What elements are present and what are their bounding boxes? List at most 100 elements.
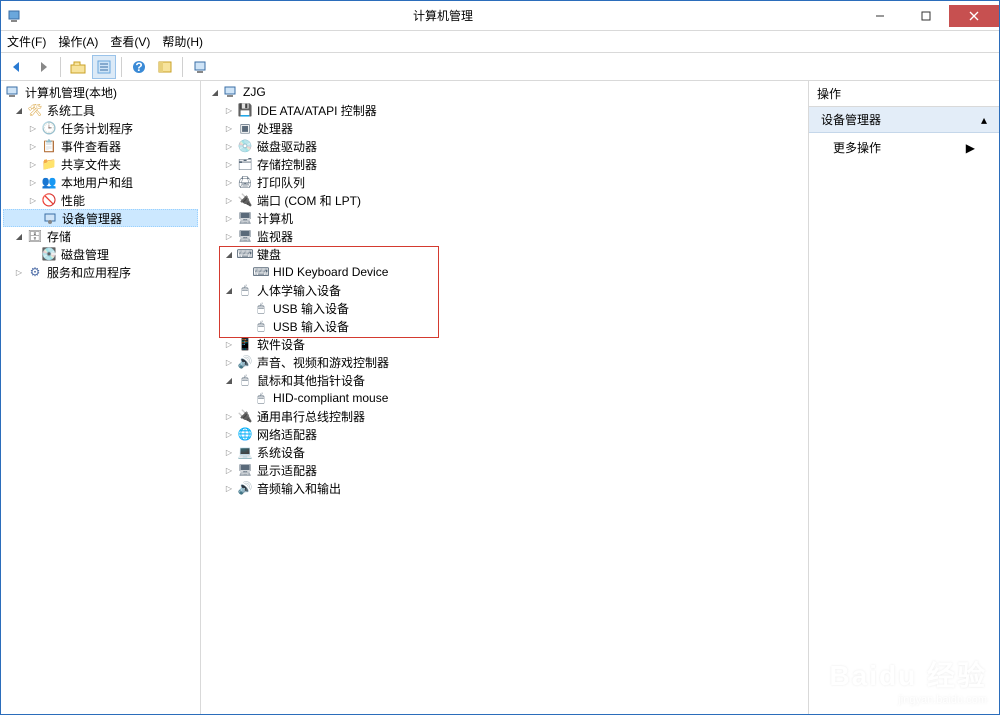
tree-label: 处理器 <box>255 120 295 137</box>
device-usb-controller[interactable]: 🔌通用串行总线控制器 <box>203 407 806 425</box>
expand-toggle[interactable] <box>223 428 235 440</box>
expand-toggle[interactable] <box>223 410 235 422</box>
expand-toggle[interactable] <box>13 266 25 278</box>
minimize-button[interactable] <box>857 5 903 27</box>
maximize-button[interactable] <box>903 5 949 27</box>
device-tree-pane[interactable]: ZJG 💾IDE ATA/ATAPI 控制器 ▣处理器 💿磁盘驱动器 🗂存储控制… <box>201 81 809 714</box>
device-dvd[interactable]: 💿磁盘驱动器 <box>203 137 806 155</box>
props-button[interactable] <box>92 55 116 79</box>
expand-toggle[interactable] <box>223 158 235 170</box>
tree-shared-folders[interactable]: 📁 共享文件夹 <box>3 155 198 173</box>
tree-label: 显示适配器 <box>255 462 319 479</box>
tree-system-tools[interactable]: 🛠 系统工具 <box>3 101 198 119</box>
tree-label: 事件查看器 <box>59 138 123 155</box>
left-tree-pane[interactable]: 计算机管理(本地) 🛠 系统工具 🕒 任务计划程序 📋 事件查看器 <box>1 81 201 714</box>
tree-task-scheduler[interactable]: 🕒 任务计划程序 <box>3 119 198 137</box>
tree-services-apps[interactable]: ⚙ 服务和应用程序 <box>3 263 198 281</box>
actions-pane: 操作 设备管理器 ▴ 更多操作 ▶ Baidu 经验 jingyan.baidu… <box>809 81 999 714</box>
tree-event-viewer[interactable]: 📋 事件查看器 <box>3 137 198 155</box>
menu-file[interactable]: 文件(F) <box>7 33 46 50</box>
device-hid[interactable]: 🖱人体学输入设备 <box>203 281 806 299</box>
tree-performance[interactable]: 🚫 性能 <box>3 191 198 209</box>
show-pane-button[interactable] <box>153 55 177 79</box>
tree-local-users[interactable]: 👥 本地用户和组 <box>3 173 198 191</box>
device-monitor[interactable]: 🖥监视器 <box>203 227 806 245</box>
device-network[interactable]: 🌐网络适配器 <box>203 425 806 443</box>
device-cpu[interactable]: ▣处理器 <box>203 119 806 137</box>
device-ports[interactable]: 🔌端口 (COM 和 LPT) <box>203 191 806 209</box>
tree-disk-mgmt[interactable]: 💽 磁盘管理 <box>3 245 198 263</box>
menu-view[interactable]: 查看(V) <box>110 33 150 50</box>
more-actions-item[interactable]: 更多操作 ▶ <box>809 133 999 162</box>
expand-toggle[interactable] <box>223 284 235 296</box>
expand-toggle[interactable] <box>209 86 221 98</box>
expand-toggle[interactable] <box>223 446 235 458</box>
expand-toggle[interactable] <box>13 104 25 116</box>
expand-toggle[interactable] <box>223 104 235 116</box>
section-label: 设备管理器 <box>821 111 881 128</box>
actions-section-device-mgr[interactable]: 设备管理器 ▴ <box>809 107 999 133</box>
device-usb-input2[interactable]: 🖱USB 输入设备 <box>203 317 806 335</box>
device-root[interactable]: ZJG <box>203 83 806 101</box>
mouse-icon: 🖱 <box>237 372 253 388</box>
device-software[interactable]: 📱软件设备 <box>203 335 806 353</box>
up-button[interactable] <box>66 55 90 79</box>
expand-toggle[interactable] <box>223 230 235 242</box>
menu-action[interactable]: 操作(A) <box>58 33 98 50</box>
device-audio-io[interactable]: 🔊音频输入和输出 <box>203 479 806 497</box>
sys-device-icon: 💻 <box>237 444 253 460</box>
tree-label: 计算机管理(本地) <box>23 84 119 101</box>
expand-toggle[interactable] <box>223 122 235 134</box>
forward-button[interactable] <box>31 55 55 79</box>
device-hid-keyboard[interactable]: ⌨HID Keyboard Device <box>203 263 806 281</box>
devmgr-button[interactable] <box>188 55 212 79</box>
expand-toggle[interactable] <box>223 194 235 206</box>
network-icon: 🌐 <box>237 426 253 442</box>
tree-label: 性能 <box>59 192 87 209</box>
cpu-icon: ▣ <box>237 120 253 136</box>
expand-toggle[interactable] <box>223 212 235 224</box>
expand-toggle[interactable] <box>27 194 39 206</box>
expand-toggle[interactable] <box>223 176 235 188</box>
mouse-icon: 🖱 <box>253 390 269 406</box>
tree-label: 通用串行总线控制器 <box>255 408 367 425</box>
tree-label: USB 输入设备 <box>271 300 351 317</box>
expand-toggle[interactable] <box>223 356 235 368</box>
close-button[interactable] <box>949 5 999 27</box>
expand-toggle[interactable] <box>223 140 235 152</box>
device-usb-input1[interactable]: 🖱USB 输入设备 <box>203 299 806 317</box>
device-storage-ctrl[interactable]: 🗂存储控制器 <box>203 155 806 173</box>
tree-device-manager[interactable]: 设备管理器 <box>3 209 198 227</box>
device-sys-devices[interactable]: 💻系统设备 <box>203 443 806 461</box>
expand-toggle[interactable] <box>27 158 39 170</box>
keyboard-icon: ⌨ <box>237 246 253 262</box>
back-button[interactable] <box>5 55 29 79</box>
help-button[interactable]: ? <box>127 55 151 79</box>
storage-ctrl-icon: 🗂 <box>237 156 253 172</box>
expand-toggle[interactable] <box>223 464 235 476</box>
tree-root-computer-mgmt[interactable]: 计算机管理(本地) <box>3 83 198 101</box>
tree-label: 共享文件夹 <box>59 156 123 173</box>
expand-toggle[interactable] <box>223 482 235 494</box>
expand-toggle[interactable] <box>223 338 235 350</box>
tree-label: 任务计划程序 <box>59 120 135 137</box>
expand-toggle[interactable] <box>27 176 39 188</box>
device-ide[interactable]: 💾IDE ATA/ATAPI 控制器 <box>203 101 806 119</box>
device-computer[interactable]: 🖥计算机 <box>203 209 806 227</box>
expand-toggle[interactable] <box>223 374 235 386</box>
expand-toggle[interactable] <box>13 230 25 242</box>
titlebar: 计算机管理 <box>1 1 999 31</box>
expand-toggle[interactable] <box>223 248 235 260</box>
device-print-queue[interactable]: 🖨打印队列 <box>203 173 806 191</box>
expand-toggle[interactable] <box>27 140 39 152</box>
expand-toggle[interactable] <box>27 122 39 134</box>
tree-label: 端口 (COM 和 LPT) <box>255 192 363 209</box>
device-mouse[interactable]: 🖱鼠标和其他指针设备 <box>203 371 806 389</box>
device-sound[interactable]: 🔊声音、视频和游戏控制器 <box>203 353 806 371</box>
menu-help[interactable]: 帮助(H) <box>162 33 203 50</box>
tree-label: 系统工具 <box>45 102 97 119</box>
device-display[interactable]: 🖥显示适配器 <box>203 461 806 479</box>
device-hid-mouse[interactable]: 🖱HID-compliant mouse <box>203 389 806 407</box>
tree-storage[interactable]: 🗄 存储 <box>3 227 198 245</box>
device-keyboard[interactable]: ⌨键盘 <box>203 245 806 263</box>
